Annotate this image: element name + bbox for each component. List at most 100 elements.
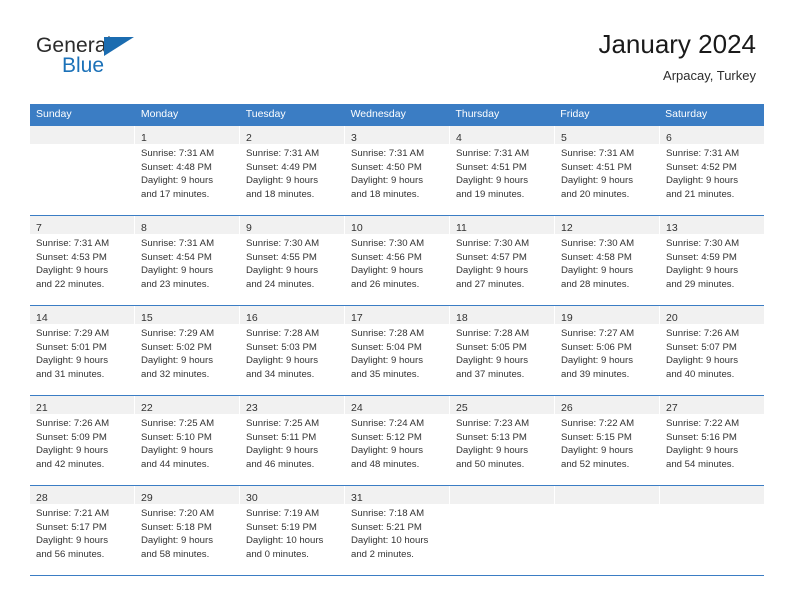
- day-info-line: Daylight: 9 hours: [141, 355, 213, 367]
- day-info-line: Sunset: 5:03 PM: [246, 341, 317, 353]
- calendar-day-cell[interactable]: 26 Sunrise: 7:22 AM Sunset: 5:15 PM Dayligh…: [555, 396, 660, 485]
- day-number-band: 4: [450, 126, 554, 144]
- calendar-day-cell[interactable]: 30 Sunrise: 7:19 AM Sunset: 5:19 PM Dayligh…: [240, 486, 345, 575]
- calendar-day-cell[interactable]: 20 Sunrise: 7:26 AM Sunset: 5:07 PM Dayligh…: [660, 306, 764, 395]
- day-info-line: Daylight: 9 hours: [351, 355, 423, 367]
- calendar-day-cell[interactable]: 16 Sunrise: 7:28 AM Sunset: 5:03 PM Dayligh…: [240, 306, 345, 395]
- day-info-line: Sunrise: 7:27 AM: [561, 328, 635, 339]
- calendar-day-cell[interactable]: 29 Sunrise: 7:20 AM Sunset: 5:18 PM Dayligh…: [135, 486, 240, 575]
- day-sun-info: Sunrise: 7:24 AM Sunset: 5:12 PM Daylight:…: [345, 414, 449, 471]
- day-number-band: 23: [240, 396, 344, 414]
- calendar-week-row: 7 Sunrise: 7:31 AM Sunset: 4:53 PM Daylight…: [30, 215, 764, 305]
- calendar-day-cell[interactable]: 21 Sunrise: 7:26 AM Sunset: 5:09 PM Dayligh…: [30, 396, 135, 485]
- calendar-weeks: 1 Sunrise: 7:31 AM Sunset: 4:48 PM Daylight…: [30, 126, 764, 575]
- day-number-band: 22: [135, 396, 239, 414]
- day-info-line: and 58 minutes.: [141, 548, 210, 560]
- calendar-day-cell[interactable]: 2 Sunrise: 7:31 AM Sunset: 4:49 PM Daylight…: [240, 126, 345, 215]
- day-info-line: Daylight: 9 hours: [246, 265, 318, 277]
- calendar-day-cell[interactable]: 24 Sunrise: 7:24 AM Sunset: 5:12 PM Dayligh…: [345, 396, 450, 485]
- day-number-band: 30: [240, 486, 344, 504]
- day-sun-info: Sunrise: 7:28 AM Sunset: 5:03 PM Daylight:…: [240, 324, 344, 381]
- day-info-line: Daylight: 9 hours: [351, 175, 423, 187]
- calendar-day-cell[interactable]: 12 Sunrise: 7:30 AM Sunset: 4:58 PM Dayligh…: [555, 216, 660, 305]
- day-info-line: Sunrise: 7:18 AM: [351, 508, 425, 519]
- day-number: 11: [456, 222, 467, 234]
- calendar-day-cell[interactable]: 13 Sunrise: 7:30 AM Sunset: 4:59 PM Dayligh…: [660, 216, 764, 305]
- day-info-line: and 27 minutes.: [456, 278, 525, 290]
- day-info-line: Sunset: 4:51 PM: [456, 161, 527, 173]
- day-sun-info: Sunrise: 7:31 AM Sunset: 4:53 PM Daylight:…: [30, 234, 134, 291]
- calendar-day-cell[interactable]: 11 Sunrise: 7:30 AM Sunset: 4:57 PM Dayligh…: [450, 216, 555, 305]
- day-info-line: Daylight: 9 hours: [666, 355, 738, 367]
- calendar-grid: Sunday Monday Tuesday Wednesday Thursday Frid…: [30, 104, 764, 576]
- day-info-line: Sunrise: 7:23 AM: [456, 418, 530, 429]
- page-header: General Blue January 2024 Arpacay, Turke…: [0, 0, 792, 104]
- calendar-day-cell[interactable]: 3 Sunrise: 7:31 AM Sunset: 4:50 PM Daylight…: [345, 126, 450, 215]
- calendar-day-cell[interactable]: 4 Sunrise: 7:31 AM Sunset: 4:51 PM Daylight…: [450, 126, 555, 215]
- day-info-line: Sunset: 5:13 PM: [456, 431, 527, 443]
- day-info-line: Daylight: 9 hours: [456, 445, 528, 457]
- calendar-day-cell[interactable]: 22 Sunrise: 7:25 AM Sunset: 5:10 PM Dayligh…: [135, 396, 240, 485]
- day-info-line: and 0 minutes.: [246, 548, 309, 560]
- day-sun-info: [30, 144, 134, 147]
- day-number: 13: [666, 222, 678, 234]
- day-number: 7: [36, 222, 42, 234]
- calendar-day-cell[interactable]: 9 Sunrise: 7:30 AM Sunset: 4:55 PM Daylight…: [240, 216, 345, 305]
- day-number-band: [555, 486, 659, 504]
- day-info-line: Sunset: 4:56 PM: [351, 251, 422, 263]
- day-info-line: Daylight: 9 hours: [246, 355, 318, 367]
- calendar-day-cell[interactable]: 14 Sunrise: 7:29 AM Sunset: 5:01 PM Dayligh…: [30, 306, 135, 395]
- weekday-header-monday: Monday: [140, 108, 179, 120]
- weekday-header-wednesday: Wednesday: [350, 108, 406, 120]
- day-number: 6: [666, 132, 672, 144]
- day-number: 15: [141, 312, 153, 324]
- day-number: 1: [141, 132, 147, 144]
- brand-logo[interactable]: General Blue: [36, 34, 256, 90]
- day-number: 12: [561, 222, 573, 234]
- calendar-day-cell[interactable]: 7 Sunrise: 7:31 AM Sunset: 4:53 PM Daylight…: [30, 216, 135, 305]
- weekday-header-tuesday: Tuesday: [245, 108, 286, 120]
- day-info-line: Daylight: 10 hours: [246, 535, 324, 547]
- day-info-line: and 17 minutes.: [141, 188, 210, 200]
- day-info-line: and 40 minutes.: [666, 368, 735, 380]
- day-info-line: and 18 minutes.: [351, 188, 420, 200]
- calendar-day-cell[interactable]: 18 Sunrise: 7:28 AM Sunset: 5:05 PM Dayligh…: [450, 306, 555, 395]
- weekday-header-sunday: Sunday: [36, 108, 72, 120]
- day-info-line: Daylight: 9 hours: [666, 445, 738, 457]
- day-number-band: 31: [345, 486, 449, 504]
- calendar-day-cell[interactable]: 31 Sunrise: 7:18 AM Sunset: 5:21 PM Dayligh…: [345, 486, 450, 575]
- calendar-day-cell[interactable]: 5 Sunrise: 7:31 AM Sunset: 4:51 PM Daylight…: [555, 126, 660, 215]
- day-info-line: Sunset: 5:07 PM: [666, 341, 737, 353]
- day-info-line: and 19 minutes.: [456, 188, 525, 200]
- day-info-line: and 37 minutes.: [456, 368, 525, 380]
- calendar-day-cell[interactable]: 1 Sunrise: 7:31 AM Sunset: 4:48 PM Daylight…: [135, 126, 240, 215]
- calendar-week-row: 1 Sunrise: 7:31 AM Sunset: 4:48 PM Daylight…: [30, 126, 764, 215]
- day-number-band: 18: [450, 306, 554, 324]
- calendar-day-cell[interactable]: 27 Sunrise: 7:22 AM Sunset: 5:16 PM Dayligh…: [660, 396, 764, 485]
- day-sun-info: Sunrise: 7:27 AM Sunset: 5:06 PM Daylight:…: [555, 324, 659, 381]
- calendar-day-cell[interactable]: 25 Sunrise: 7:23 AM Sunset: 5:13 PM Dayligh…: [450, 396, 555, 485]
- calendar-day-cell[interactable]: 28 Sunrise: 7:21 AM Sunset: 5:17 PM Dayligh…: [30, 486, 135, 575]
- calendar-day-cell[interactable]: 15 Sunrise: 7:29 AM Sunset: 5:02 PM Dayligh…: [135, 306, 240, 395]
- calendar-day-cell[interactable]: 6 Sunrise: 7:31 AM Sunset: 4:52 PM Daylight…: [660, 126, 764, 215]
- day-sun-info: Sunrise: 7:31 AM Sunset: 4:54 PM Daylight:…: [135, 234, 239, 291]
- day-info-line: Sunset: 4:55 PM: [246, 251, 317, 263]
- calendar-day-cell[interactable]: 17 Sunrise: 7:28 AM Sunset: 5:04 PM Dayligh…: [345, 306, 450, 395]
- calendar-day-cell[interactable]: 19 Sunrise: 7:27 AM Sunset: 5:06 PM Dayligh…: [555, 306, 660, 395]
- day-number-band: 29: [135, 486, 239, 504]
- day-sun-info: Sunrise: 7:30 AM Sunset: 4:55 PM Daylight:…: [240, 234, 344, 291]
- calendar-day-cell[interactable]: 8 Sunrise: 7:31 AM Sunset: 4:54 PM Daylight…: [135, 216, 240, 305]
- day-number-band: 11: [450, 216, 554, 234]
- day-number-band: 8: [135, 216, 239, 234]
- day-number-band: 13: [660, 216, 764, 234]
- day-info-line: and 26 minutes.: [351, 278, 420, 290]
- day-number: 3: [351, 132, 357, 144]
- day-number-band: 2: [240, 126, 344, 144]
- day-info-line: Sunset: 5:16 PM: [666, 431, 737, 443]
- calendar-day-cell[interactable]: 23 Sunrise: 7:25 AM Sunset: 5:11 PM Dayligh…: [240, 396, 345, 485]
- calendar-day-cell[interactable]: 10 Sunrise: 7:30 AM Sunset: 4:56 PM Dayligh…: [345, 216, 450, 305]
- day-number: 27: [666, 402, 678, 414]
- day-info-line: Sunrise: 7:28 AM: [246, 328, 320, 339]
- day-sun-info: [555, 504, 659, 507]
- day-info-line: Sunset: 4:54 PM: [141, 251, 212, 263]
